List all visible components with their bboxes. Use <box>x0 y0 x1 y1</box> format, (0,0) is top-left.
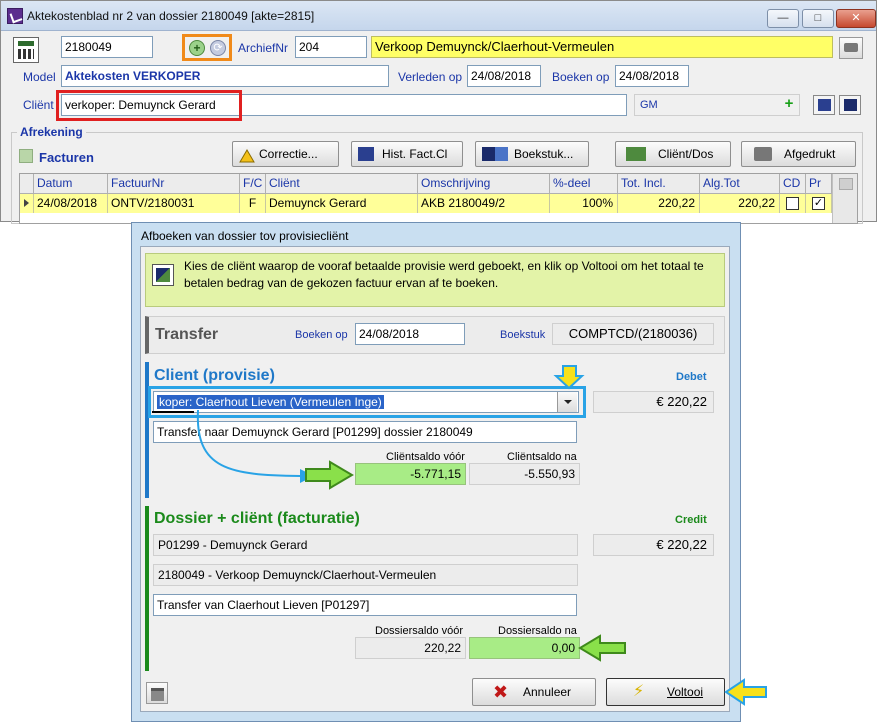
callout-curve <box>196 409 301 477</box>
green-arrow-dossier <box>578 634 626 662</box>
annotation-overlay <box>196 365 767 706</box>
yellow-arrow-dropdown <box>553 365 585 390</box>
green-arrow-client <box>305 460 354 490</box>
yellow-arrow-finish <box>724 678 767 706</box>
